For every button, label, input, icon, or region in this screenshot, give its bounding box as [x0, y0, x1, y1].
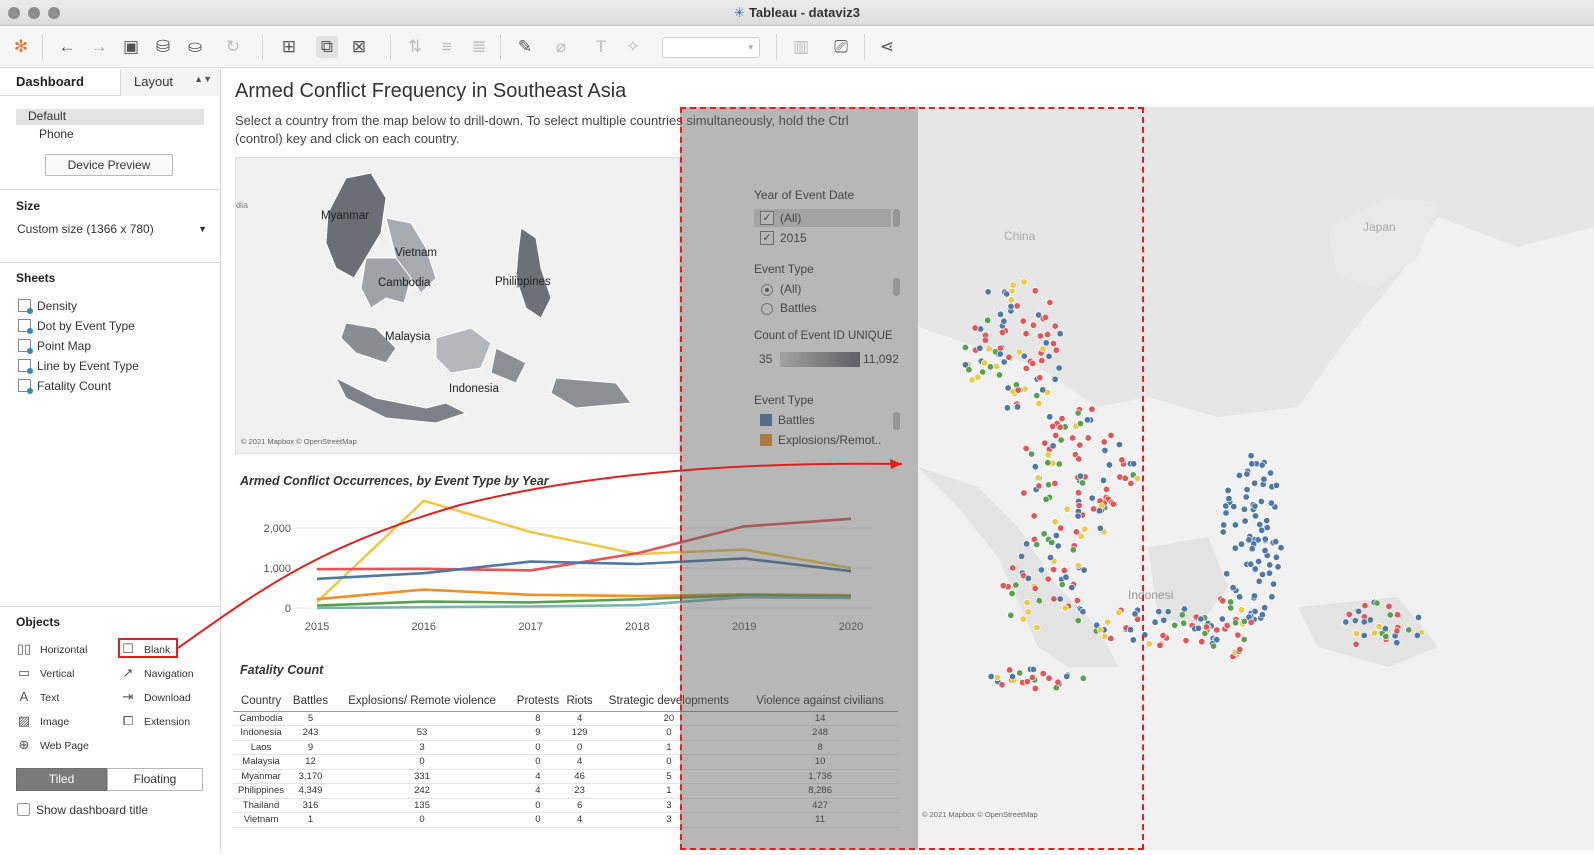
annotation-arrow-curve — [177, 462, 903, 649]
annotation-arrow — [177, 459, 903, 649]
tableau-window: ✳ Tableau - dataviz3 ✻ ← → ▣ ⛁ ⛀ ↻ ⊞ ⧉ ⊠ … — [0, 0, 1594, 851]
annotation-arrowhead — [890, 459, 902, 469]
